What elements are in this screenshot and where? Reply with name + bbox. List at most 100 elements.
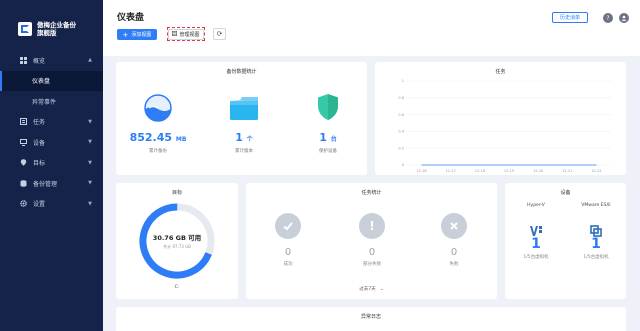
- chevron-down-icon: ▼: [88, 159, 92, 166]
- gear-icon: [20, 200, 27, 208]
- add-view-button[interactable]: + 添加视图: [117, 29, 157, 40]
- sidebar-item-backup-manage[interactable]: 备份管理 ▼: [0, 173, 103, 194]
- stat-total-versions: 1 个 累计版本: [209, 131, 279, 154]
- x-tick-label: 12-21: [562, 169, 572, 173]
- user-icon[interactable]: [619, 13, 629, 23]
- sidebar-item-dashboard[interactable]: 仪表盘: [0, 70, 103, 91]
- brand: 傲梅企业备份 旗舰版: [0, 0, 103, 44]
- backup-stats-title: 备份数据统计: [226, 69, 257, 75]
- task-stat-partial: ! 0 部分失败: [342, 213, 402, 267]
- page-title: 仪表盘: [117, 13, 145, 23]
- chevron-down-icon: ▼: [88, 139, 92, 146]
- devices-label: 保护设备: [319, 149, 337, 154]
- help-icon[interactable]: ?: [603, 13, 613, 23]
- period-select[interactable]: 过去7天 ⌄: [246, 286, 497, 292]
- sidebar-item-settings[interactable]: 设置 ▼: [0, 194, 103, 215]
- y-tick-label: 0: [402, 163, 404, 167]
- chevron-down-icon: ▼: [88, 200, 92, 207]
- history-button[interactable]: 历史消单: [552, 12, 588, 23]
- brand-line-1: 傲梅企业备份: [37, 21, 76, 29]
- stat-protected-devices: 1 台 保护设备: [293, 131, 363, 154]
- sidebar-item-label: 备份管理: [33, 180, 58, 188]
- target-usage-text: 30.76 GB 可用 共计 97.73 GB: [137, 232, 217, 250]
- period-label: 过去7天: [359, 287, 376, 292]
- manage-view-label: 管理视图: [179, 31, 200, 38]
- stat-total-backup: 852.45 MB 累计备份: [123, 131, 193, 154]
- y-tick-label: 0.8: [398, 96, 404, 100]
- target-title: 目标: [171, 190, 182, 196]
- backup-stats-card: 备份数据统计 852.45 MB 累计备份 1 个 累计版本 1 台 保护设备: [116, 62, 367, 175]
- chevron-down-icon: ▼: [88, 118, 92, 125]
- partial-label: 部分失败: [363, 262, 381, 267]
- sidebar-item-targets[interactable]: 目标 ▼: [0, 153, 103, 174]
- target-free-value: 30.76 GB 可用: [152, 234, 202, 242]
- sidebar-item-tasks[interactable]: 任务 ▼: [0, 112, 103, 133]
- vmware-icon: [590, 222, 602, 241]
- devices-unit: 台: [330, 136, 337, 143]
- check-icon: [275, 213, 301, 239]
- sidebar-item-label: 概览: [33, 57, 46, 65]
- sidebar-item-label: 异常事件: [32, 98, 57, 106]
- brand-line-2: 旗舰版: [37, 29, 57, 37]
- sidebar-item-label: 目标: [33, 160, 46, 168]
- hyperv-icon: [529, 222, 543, 241]
- device-vmware: VMware ESXi 1 1/5台虚拟机: [571, 203, 621, 260]
- device-hyperv: Hyper-V 1 1/5台虚拟机: [511, 203, 561, 260]
- brand-logo-icon: [18, 22, 32, 36]
- tasks-chart-card: 任务 1 0.8 0.6 0.4 0.2 0 12-16 12-17 12-18 12-19 12-…: [375, 62, 626, 175]
- success-label: 成功: [283, 262, 293, 267]
- devices-card: 设备 Hyper-V 1 1/5台虚拟机 VMware ESXi 1 1/5台虚…: [505, 183, 626, 299]
- close-icon: [441, 213, 467, 239]
- target-icon: [20, 159, 27, 167]
- y-tick-label: 0.2: [398, 146, 404, 150]
- sidebar-item-label: 仪表盘: [32, 78, 51, 86]
- tasks-line-chart: 1 0.8 0.6 0.4 0.2 0 12-16 12-17 12-18 12-19 12-20 1…: [398, 79, 611, 173]
- backup-size-label: 累计备份: [149, 149, 167, 154]
- sidebar-item-overview[interactable]: 概览 ▲: [0, 50, 103, 71]
- devices-value: 1: [319, 131, 327, 144]
- x-tick-label: 12-20: [533, 169, 543, 173]
- refresh-button[interactable]: ⟳: [213, 28, 226, 40]
- target-total-label: 共计 97.73 GB: [163, 244, 191, 249]
- task-stat-success: 0 成功: [258, 213, 318, 267]
- backup-size-unit: MB: [175, 136, 187, 143]
- y-tick-label: 1: [402, 79, 404, 83]
- storage-disk-icon: [144, 94, 172, 126]
- manage-view-icon: [172, 30, 178, 38]
- plus-icon: +: [122, 30, 129, 39]
- exclamation-icon: !: [359, 213, 385, 239]
- vmware-label: 1/5台虚拟机: [583, 255, 609, 260]
- device-icon: [20, 138, 27, 146]
- sidebar-item-events[interactable]: 异常事件: [0, 91, 103, 112]
- target-drive-label: C:: [174, 285, 180, 290]
- failed-label: 失败: [449, 262, 459, 267]
- sidebar: 傲梅企业备份 旗舰版 概览 ▲ 仪表盘 异常事件 任务 ▼ 设备 ▼ 目标 ▼ …: [0, 0, 103, 331]
- devices-title: 设备: [560, 190, 571, 196]
- header: 仪表盘 + 添加视图 管理视图 ⟳ 历史消单 ?: [103, 0, 640, 56]
- task-stats-card: 任务统计 0 成功 ! 0 部分失败 0 失败 过去7天 ⌄: [246, 183, 497, 299]
- grid-icon: [20, 56, 27, 64]
- refresh-icon: ⟳: [216, 30, 223, 38]
- versions-label: 累计版本: [235, 149, 253, 154]
- x-tick-label: 12-18: [475, 169, 485, 173]
- chevron-down-icon: ▼: [88, 180, 92, 187]
- x-tick-label: 12-19: [504, 169, 514, 173]
- manage-view-button[interactable]: 管理视图: [168, 28, 204, 40]
- backup-manage-icon: [20, 180, 27, 187]
- chevron-up-icon: ▲: [88, 57, 92, 64]
- sidebar-item-label: 任务: [33, 119, 46, 127]
- chevron-down-icon: ⌄: [380, 287, 384, 292]
- hyperv-name: Hyper-V: [527, 203, 545, 208]
- y-tick-label: 0.6: [398, 113, 404, 117]
- events-card: 异常日志: [116, 307, 626, 331]
- x-tick-label: 12-22: [591, 169, 601, 173]
- y-tick-label: 0.4: [398, 130, 404, 134]
- sidebar-item-label: 设置: [33, 201, 46, 209]
- events-title: 异常日志: [360, 314, 381, 320]
- manage-view-highlight: 管理视图: [167, 27, 205, 41]
- sidebar-item-devices[interactable]: 设备 ▼: [0, 132, 103, 153]
- task-icon: [20, 118, 27, 126]
- partial-count: 0: [368, 247, 376, 258]
- backup-size-value: 852.45: [129, 131, 173, 144]
- versions-value: 1: [235, 131, 243, 144]
